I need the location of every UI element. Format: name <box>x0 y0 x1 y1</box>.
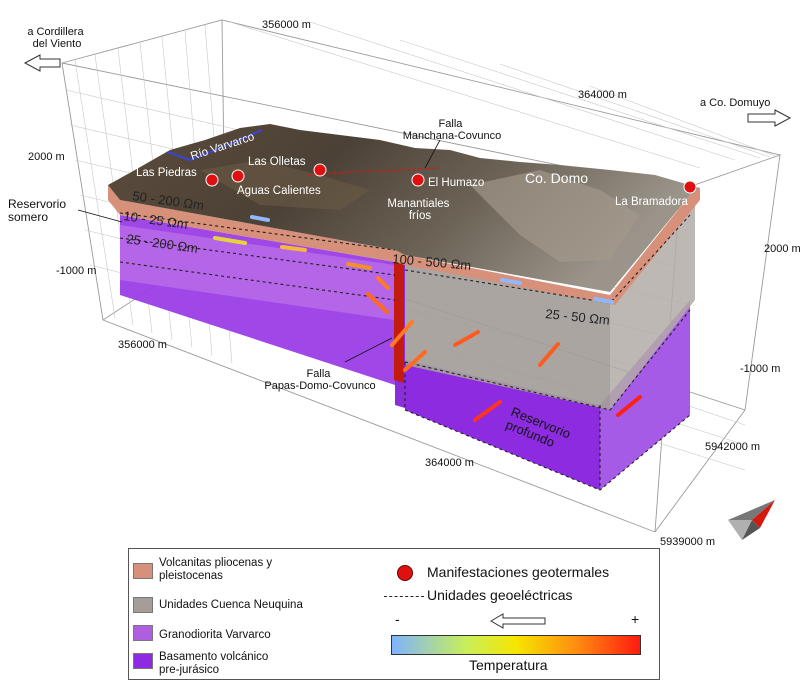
manifestaciones-label: Manifestaciones geotermales <box>427 564 610 580</box>
las-olletas-label: Las Olletas <box>248 156 306 168</box>
axis-y-bottom: 5939000 m <box>660 536 715 548</box>
el-humazo-label: El Humazo <box>428 177 484 189</box>
temp-minus-label: - <box>395 611 400 627</box>
axis-z-right-bottom: -1000 m <box>740 363 780 375</box>
axis-bottom-x-left: 356000 m <box>118 339 167 351</box>
axis-z-left-top: 2000 m <box>28 151 65 163</box>
temperatura-label: Temperatura <box>469 657 548 673</box>
el-humazo-marker <box>411 173 425 187</box>
las-piedras-label: Las Piedras <box>136 167 197 179</box>
granodiorita-label: Granodiorita Varvarco <box>159 629 271 641</box>
basamento-label: Basamento volcánico pre-jurásico <box>159 651 269 676</box>
unidades-label: Unidades geoeléctricas <box>427 587 573 603</box>
papas-fault-plane <box>394 255 404 383</box>
north-arrow-icon <box>728 500 775 540</box>
la-bramadora-label: La Bramadora <box>615 196 688 208</box>
granodiorita-swatch <box>133 625 153 641</box>
cuenca-swatch <box>133 597 153 613</box>
co-domo-label: Co. Domo <box>525 170 588 186</box>
manchana-fault-label: Falla Manchana-Covunco <box>403 118 501 142</box>
east-arrow-icon <box>747 109 792 127</box>
legend-box: Volcanitas pliocenas y pleistocenas Unid… <box>128 548 660 680</box>
las-piedras-marker <box>205 173 219 187</box>
axis-bottom-x-right: 364000 m <box>425 457 474 469</box>
cuenca-label: Unidades Cuenca Neuquina <box>159 599 303 611</box>
aguas-calientes-label: Aguas Calientes <box>237 185 321 197</box>
axis-top-x: 356000 m <box>262 19 311 31</box>
volcanitas-swatch <box>133 563 153 579</box>
la-bramadora-marker <box>683 180 697 194</box>
temperature-gradient-bar <box>391 635 641 655</box>
axis-z-right-top: 2000 m <box>764 243 801 255</box>
reservorio-somero-label: Reservorio somero <box>8 197 69 224</box>
axis-y-mid: 5942000 m <box>705 441 760 453</box>
west-arrow-icon <box>23 54 61 72</box>
unidades-legend-line <box>384 596 424 597</box>
aguas-calientes-marker <box>231 169 245 183</box>
temp-plus-label: + <box>631 611 640 627</box>
west-direction-label: a Cordillera del Viento <box>27 26 86 50</box>
volcanitas-label: Volcanitas pliocenas y pleistocenas <box>159 557 273 582</box>
axis-mid-x: 364000 m <box>578 89 627 101</box>
axis-z-left-bottom: -1000 m <box>56 265 96 277</box>
las-olletas-marker <box>313 163 327 177</box>
east-direction-label: a Co. Domuyo <box>700 97 770 109</box>
temp-arrow-icon <box>490 613 546 629</box>
manifestacion-legend-icon <box>397 565 413 581</box>
basamento-swatch <box>133 653 153 669</box>
